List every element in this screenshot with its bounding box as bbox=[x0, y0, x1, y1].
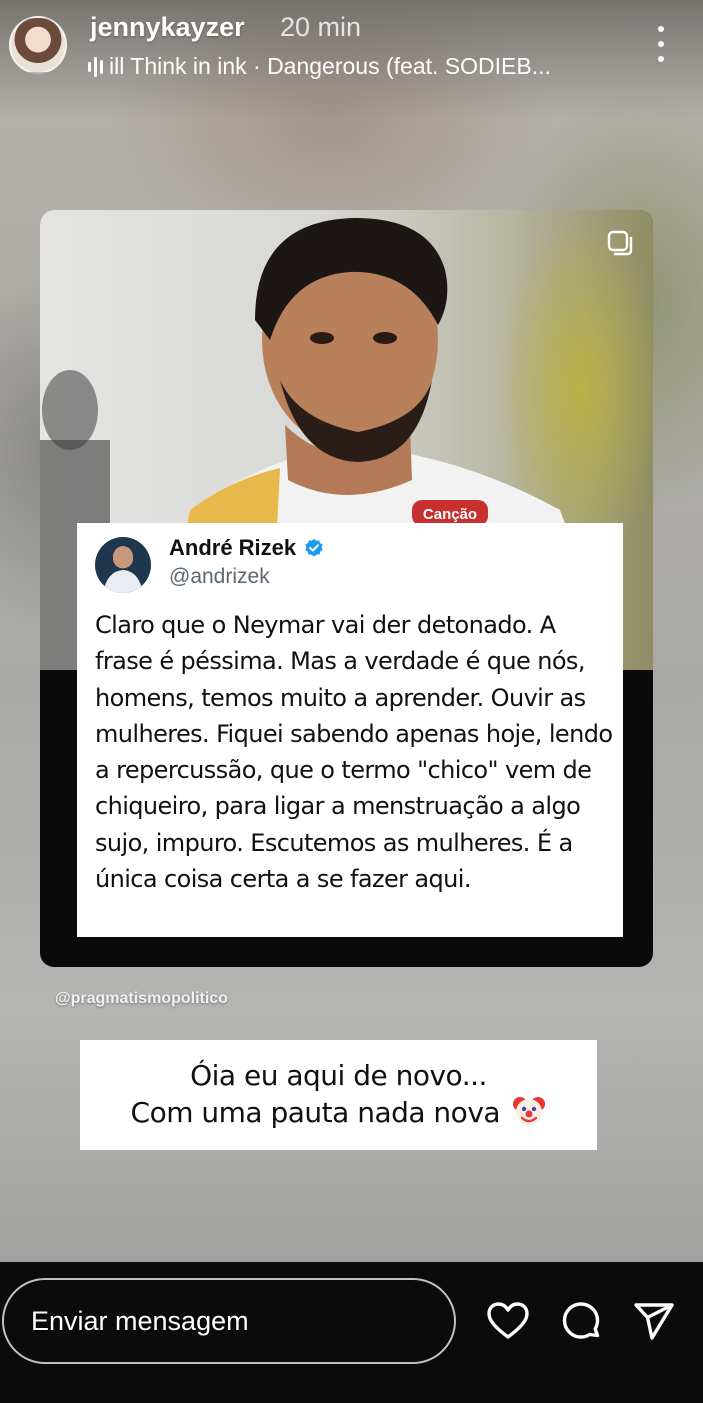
carousel-icon[interactable] bbox=[607, 230, 633, 256]
story-header: jennykayzer 20 min ill Think in ink · Da… bbox=[0, 0, 703, 100]
music-attribution[interactable]: ill Think in ink · Dangerous (feat. SODI… bbox=[88, 53, 551, 80]
story-timestamp: 20 min bbox=[280, 12, 362, 42]
caption-line-2-text: Com uma pauta nada nova bbox=[130, 1096, 501, 1129]
message-bar bbox=[0, 1262, 703, 1403]
tweet-author-name: André Rizek bbox=[169, 535, 297, 560]
caption-line-2: Com uma pauta nada nova bbox=[80, 1094, 597, 1131]
shared-post[interactable]: Canção André Rizek @andrizek Claro que o… bbox=[40, 210, 653, 967]
story-caption: Óia eu aqui de novo... Com uma pauta nad… bbox=[80, 1040, 597, 1150]
more-vertical-icon[interactable] bbox=[651, 26, 671, 62]
tweet-author-avatar bbox=[95, 537, 151, 593]
audio-bars-icon bbox=[88, 56, 103, 78]
chat-bubble-icon[interactable] bbox=[559, 1300, 603, 1344]
heart-icon[interactable] bbox=[486, 1300, 530, 1344]
message-input[interactable] bbox=[2, 1278, 456, 1364]
tweet-author: André Rizek bbox=[169, 535, 324, 561]
send-icon[interactable] bbox=[632, 1300, 676, 1344]
source-credit: @pragmatismopolitico bbox=[55, 990, 228, 1007]
tweet-text: Claro que o Neymar vai der detonado. A f… bbox=[95, 611, 613, 894]
clown-emoji-icon bbox=[513, 1097, 546, 1125]
caption-line-1: Óia eu aqui de novo... bbox=[190, 1059, 487, 1092]
music-text: ill Think in ink · Dangerous (feat. SODI… bbox=[109, 53, 551, 79]
tweet-handle: @andrizek bbox=[169, 565, 270, 588]
embedded-tweet: André Rizek @andrizek Claro que o Neymar… bbox=[77, 523, 623, 937]
username[interactable]: jennykayzer bbox=[90, 12, 245, 43]
verified-badge-icon bbox=[305, 538, 323, 557]
profile-avatar[interactable] bbox=[9, 16, 67, 74]
shirt-sponsor: Canção bbox=[423, 506, 477, 523]
story-background: jennykayzer 20 min ill Think in ink · Da… bbox=[0, 0, 703, 1262]
